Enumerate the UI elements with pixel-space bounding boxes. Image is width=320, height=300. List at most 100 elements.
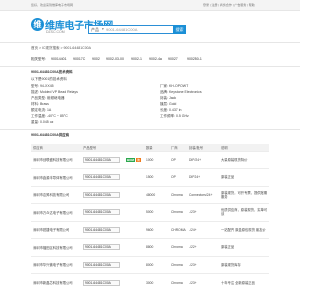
spec-row: 材料: Brass	[31, 102, 49, 106]
qty-cell: 48000	[144, 185, 169, 204]
pkg-cell: -/23+	[187, 273, 219, 291]
pkg-cell: -/23+	[187, 255, 219, 274]
chevron-down-icon[interactable]: ▾	[102, 27, 104, 31]
related-item[interactable]: 90027	[168, 57, 178, 61]
bom-badge[interactable]: BOM	[126, 157, 135, 162]
spec-row: 型号: 94-XX45	[31, 84, 54, 88]
spec-row: 品牌: Keystone Electronics	[160, 90, 202, 94]
pkg-cell: DIP24+	[187, 168, 219, 186]
related-item[interactable]: 90014401	[51, 57, 67, 61]
related-item[interactable]: 900250-1	[187, 57, 202, 61]
breadcrumb[interactable]: 首页 > IC现货搜索 > 9001-64481C00A	[31, 46, 91, 51]
note-cell: 原装正品	[219, 168, 269, 186]
table-row: 深圳市创联盛科技有限公司 9001-64481C00A BOM 询 1000 O…	[31, 150, 269, 169]
header-supplier[interactable]: 供应商	[31, 144, 81, 151]
badge-cell	[124, 185, 144, 204]
part-cell[interactable]: 9001-64481C00A	[81, 273, 124, 291]
supplier-link[interactable]: 深圳市福田区科技有限公司	[31, 238, 81, 256]
pkg-cell: DIP/24+	[187, 150, 219, 169]
site-logo[interactable]: 维 维库电子市场网 DZSC.COM	[31, 16, 113, 38]
table-row: 深圳市鑫源半导体有限公司 9001-64481C00A 1500 OP DIP2…	[31, 168, 269, 186]
table-row: 深圳市锐捷电子有限公司 9001-64481C00A 9600 CHROMA -…	[31, 220, 269, 239]
header-qty[interactable]: 数量	[144, 144, 169, 151]
spec-row: 额定电流: 1A	[31, 108, 52, 112]
badge-cell	[124, 220, 144, 239]
qty-cell: 1500	[144, 168, 169, 186]
mfr-cell: Chroma	[169, 238, 187, 256]
logo-domain: DZSC.COM	[46, 30, 65, 34]
part-cell[interactable]: 9001-64481C00A	[81, 185, 124, 204]
part-cell[interactable]: 9001-64481C00A	[81, 203, 124, 221]
qty-cell: 5000	[144, 203, 169, 221]
supplier-link[interactable]: 深圳市华兴微电子有限公司	[31, 255, 81, 274]
inquiry-badge[interactable]: 询	[135, 157, 141, 162]
supplier-table-title: 9001-64481C00A供应商	[31, 133, 70, 137]
part-cell[interactable]: 9001-64481C00A	[81, 220, 124, 239]
related-item[interactable]: 9002-03-00	[106, 57, 124, 61]
table-header: 供应商 产品型号 数量 厂商 封装/批号 说明	[31, 144, 269, 151]
pkg-cell: -/23+	[187, 203, 219, 221]
pkg-cell: -/24+	[187, 220, 219, 239]
note-cell: 原装现货库存	[219, 255, 269, 274]
search-input[interactable]	[106, 26, 172, 33]
mfr-cell: Chroma	[169, 203, 187, 221]
related-item[interactable]: 9002	[92, 57, 100, 61]
spec-row: 镀层: Gold	[160, 102, 177, 106]
related-item[interactable]: 9002-4a	[149, 57, 162, 61]
note-cell: 原装正品	[219, 238, 269, 256]
spec-row: 描述: Molded VP Bead Relays	[31, 90, 78, 94]
part-cell[interactable]: 9001-64481C00A	[81, 168, 124, 186]
qty-cell: 8800	[144, 238, 169, 256]
mfr-cell: Chroma	[169, 273, 187, 291]
spec-title: 9001-64481C00A技术资料	[31, 70, 73, 74]
supplier-link[interactable]: 深圳市嘉昇科技有限公司	[31, 185, 81, 204]
table-row: 深圳市新晶芯科技有限公司 9001-64481C00A 3000 Chroma …	[31, 273, 269, 291]
mfr-cell: Chroma	[169, 185, 187, 204]
spec-row: 工作温度: -40°C ~ 85°C	[31, 114, 68, 118]
supplier-link[interactable]: 深圳市锐捷电子有限公司	[31, 220, 81, 239]
supplier-link[interactable]: 深圳市创联盛科技有限公司	[31, 150, 81, 169]
qty-cell: 3000	[144, 273, 169, 291]
spec-row: 产品类型: 射频继电器	[31, 96, 65, 100]
header-mfr[interactable]: 厂商	[169, 144, 187, 151]
badge-cell	[124, 168, 144, 186]
search-category[interactable]: 产品	[91, 27, 99, 33]
badge-cell[interactable]: BOM 询	[124, 150, 144, 169]
table-row: 深圳市嘉昇科技有限公司 9001-64481C00A 48000 Chroma …	[31, 185, 269, 204]
search-button[interactable]: 搜索	[173, 25, 186, 34]
part-cell[interactable]: 9001-64481C00A	[81, 238, 124, 256]
supplier-link[interactable]: 深圳市万众达电子有限公司	[31, 203, 81, 221]
note-cell: 大量原装现货特价	[219, 150, 269, 169]
supplier-link[interactable]: 深圳市新晶芯科技有限公司	[31, 273, 81, 291]
related-item[interactable]: 9002-1	[131, 57, 142, 61]
mfr-cell: OP	[169, 168, 187, 186]
part-cell[interactable]: 9001-64481C00A	[81, 150, 124, 169]
qty-cell: 8000	[144, 255, 169, 274]
badge-cell	[124, 273, 144, 291]
spec-row: 工作频率: 0.5 GHz	[160, 114, 189, 118]
header-part[interactable]: 产品型号	[81, 144, 124, 151]
note-cell: 一站配齐 原盒原包现货 朋友价	[219, 220, 269, 239]
part-cell[interactable]: 9001-64481C00A	[81, 255, 124, 274]
mfr-cell: CHROMA	[169, 220, 187, 239]
mfr-cell: OP	[169, 150, 187, 169]
table-row: 深圳市华兴微电子有限公司 9001-64481C00A 8000 Chroma …	[31, 255, 269, 274]
supplier-link[interactable]: 深圳市鑫源半导体有限公司	[31, 168, 81, 186]
related-label: 相关型号:	[31, 57, 46, 61]
top-links[interactable]: 登录 | 注册 | 商务合作 | 广告服务 | 帮助	[203, 3, 255, 7]
badge-cell	[124, 238, 144, 256]
welcome-text: 您好，欢迎来到维库电子市场网	[31, 3, 74, 7]
note-cell: 原装现货，可开专票，提供账期服务	[219, 185, 269, 204]
table-row: 深圳市万众达电子有限公司 9001-64481C00A 5000 Chroma …	[31, 203, 269, 221]
table-row: 深圳市福田区科技有限公司 9001-64481C00A 8800 Chroma …	[31, 238, 269, 256]
badge-cell	[124, 255, 144, 274]
spec-row: 重量: 0.045 oz	[31, 120, 54, 124]
spec-row: 封装: Jack	[160, 96, 177, 100]
top-bar: 您好，欢迎来到维库电子市场网 登录 | 注册 | 商务合作 | 广告服务 | 帮…	[0, 0, 300, 11]
search-box: 产品 ▾	[88, 25, 174, 34]
note-cell: 优质供应商，原装现货，实单可谈	[219, 203, 269, 221]
spec-row: 长度: 0.437 in	[160, 108, 182, 112]
header-pkg[interactable]: 封装/批号	[187, 144, 219, 151]
spec-subtitle: 以下是9001的技术资料	[31, 77, 67, 81]
related-item[interactable]: 90017C	[73, 57, 85, 61]
